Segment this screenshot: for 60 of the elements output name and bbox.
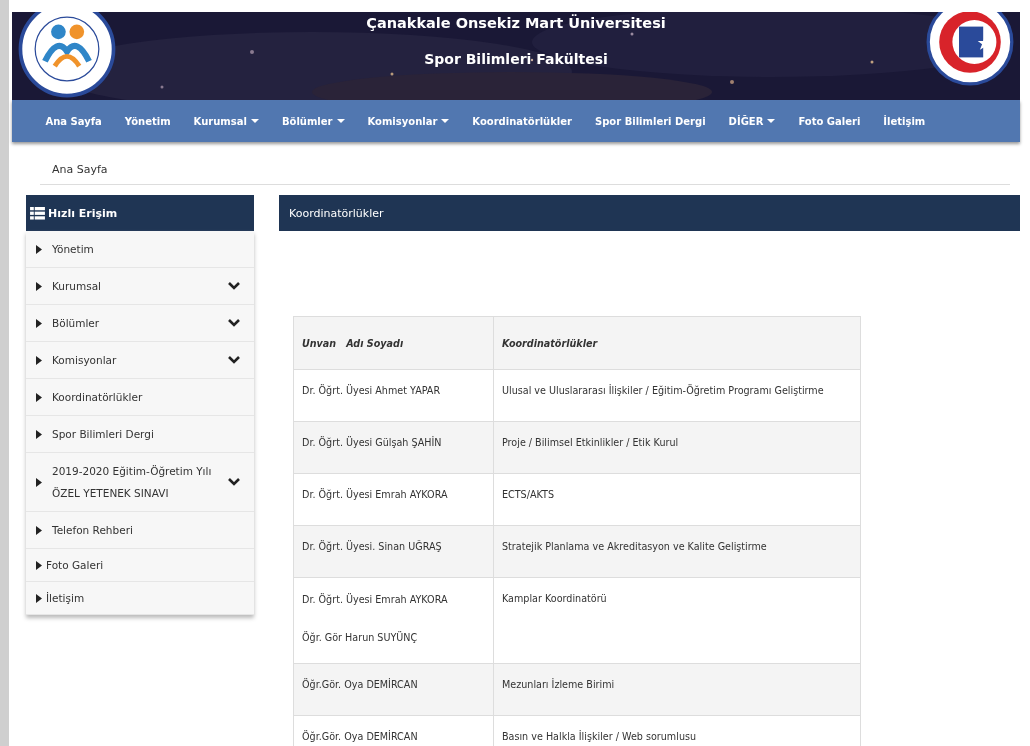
nav-link[interactable]: Koordinatörlükler	[460, 115, 584, 127]
sidebar-item[interactable]: Yönetim	[26, 231, 254, 268]
triangle-icon	[36, 477, 42, 487]
triangle-icon	[36, 318, 42, 328]
triangle-icon	[36, 392, 42, 402]
sidebar-item[interactable]: Bölümler	[26, 305, 254, 342]
triangle-icon	[36, 429, 42, 439]
caret-icon	[441, 119, 450, 123]
table-cell: ECTS/AKTS	[493, 473, 861, 526]
triangle-icon	[36, 560, 42, 570]
caret-icon	[767, 119, 776, 123]
table-cell: Mezunları İzleme Birimi	[493, 663, 861, 716]
triangle-icon	[36, 593, 42, 603]
caret-icon	[250, 119, 259, 123]
table-cell: Ulusal ve Uluslararası İlişkiler / Eğitim-Öğretim Programı Geliştirme	[493, 369, 861, 422]
table-cell: Dr. Öğrt. Üyesi. Sinan UĞRAŞ	[293, 525, 494, 578]
triangle-icon	[36, 244, 42, 254]
list-icon	[30, 206, 45, 220]
person-name: Dr. Öğrt. Üyesi Emrah AYKORA	[302, 593, 449, 607]
nav-link[interactable]: İletişim	[871, 115, 937, 127]
sidebar-item[interactable]: 2019-2020 Eğitim-Öğretim Yılı ÖZEL YETENEK SINAVI	[26, 453, 254, 512]
chevron-down-icon	[228, 478, 240, 486]
column-header: Koordinatörlükler	[493, 316, 861, 370]
table-cell: Stratejik Planlama ve Akreditasyon ve Kalite Geliştirme	[493, 525, 861, 578]
triangle-icon	[36, 525, 42, 535]
table-cell: Öğr.Gör. Oya DEMİRCAN	[293, 715, 494, 746]
nav-link[interactable]: Spor Bilimleri Dergi	[583, 115, 718, 127]
sidebar-item[interactable]: İletişim	[26, 582, 254, 615]
triangle-icon	[36, 355, 42, 365]
sidebar-item[interactable]: Foto Galeri	[26, 549, 254, 582]
panel-title: Koordinatörlükler	[279, 195, 1020, 231]
sidebar-item[interactable]: Komisyonlar	[26, 342, 254, 379]
site-title: Çanakkale Onsekiz Mart Üniversitesi	[366, 13, 666, 33]
sidebar-item[interactable]: Telefon Rehberi	[26, 512, 254, 549]
chevron-down-icon	[228, 356, 240, 364]
nav-link[interactable]: Yönetim	[113, 115, 183, 127]
person-name: Öğr. Gör Harun SUYÜNÇ	[302, 631, 419, 645]
nav-link[interactable]: Komisyonlar	[356, 115, 461, 127]
nav-link[interactable]: Kurumsal	[182, 115, 271, 127]
table-cell: Dr. Öğrt. Üyesi Emrah AYKORA	[293, 473, 494, 526]
nav-link[interactable]: Ana Sayfa	[34, 115, 114, 127]
nav-link[interactable]: Foto Galeri	[786, 115, 872, 127]
table-cell: Proje / Bilimsel Etkinlikler / Etik Kurul	[493, 421, 861, 474]
table-cell: Öğr.Gör. Oya DEMİRCAN	[293, 663, 494, 716]
sidebar-item[interactable]: Kurumsal	[26, 268, 254, 305]
sidebar-item[interactable]: Spor Bilimleri Dergi	[26, 416, 254, 453]
chevron-down-icon	[228, 282, 240, 290]
table-cell: Dr. Öğrt. Üyesi Ahmet YAPAR	[293, 369, 494, 422]
sidebar-title: Hızlı Erişim	[48, 206, 118, 220]
faculty-title: Spor Bilimleri Fakültesi	[424, 50, 608, 69]
breadcrumb-link[interactable]: Ana Sayfa	[52, 163, 108, 176]
chevron-down-icon	[228, 319, 240, 327]
nav-link[interactable]: DİĞER	[717, 115, 787, 127]
table-cell: Kamplar Koordinatörü	[493, 577, 861, 664]
table-cell: Dr. Öğrt. Üyesi Gülşah ŞAHİN	[293, 421, 494, 474]
column-header: Unvan Adı Soyadı	[293, 316, 494, 370]
caret-icon	[336, 119, 345, 123]
nav-link[interactable]: Bölümler	[270, 115, 356, 127]
triangle-icon	[36, 281, 42, 291]
sidebar-item[interactable]: Koordinatörlükler	[26, 379, 254, 416]
